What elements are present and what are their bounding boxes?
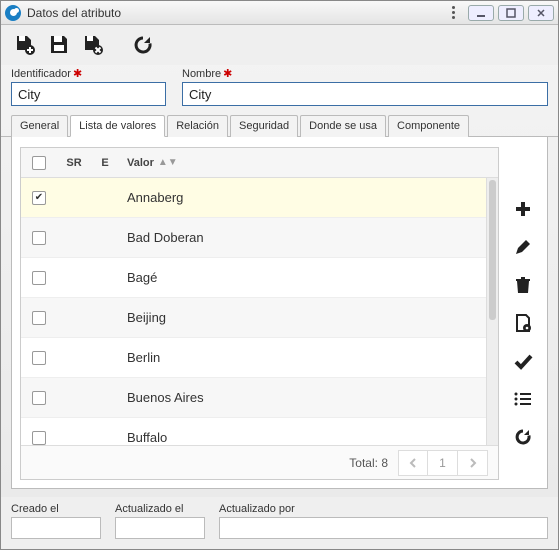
window-buttons — [468, 5, 554, 21]
name-input[interactable] — [182, 82, 548, 106]
grid-toolbar — [507, 147, 539, 480]
row-value: Berlin — [119, 350, 486, 365]
table-row[interactable]: Bad Doberan — [21, 218, 486, 258]
attribute-dialog: Datos del atributo — [0, 0, 559, 550]
select-all-checkbox[interactable] — [32, 156, 46, 170]
edit-row-button[interactable] — [511, 235, 535, 259]
window-title: Datos del atributo — [27, 6, 440, 20]
approve-button[interactable] — [511, 349, 535, 373]
table-row[interactable]: Buenos Aires — [21, 378, 486, 418]
name-field: Nombre✱ — [182, 67, 548, 106]
row-value: Buenos Aires — [119, 390, 486, 405]
value-grid: SR E Valor▲▼ Annaberg Bad Doberan Bagé Beij… — [20, 147, 499, 480]
tab-component[interactable]: Componente — [388, 115, 469, 137]
required-icon: ✱ — [73, 67, 82, 80]
grid-footer: Total: 8 1 — [21, 445, 498, 479]
sort-icon: ▲▼ — [158, 157, 178, 168]
updated-by-field: Actualizado por — [219, 503, 548, 539]
row-checkbox[interactable] — [32, 271, 46, 285]
row-checkbox[interactable] — [32, 231, 46, 245]
scrollbar[interactable] — [486, 178, 498, 445]
row-value: Buffalo — [119, 430, 486, 445]
row-checkbox[interactable] — [32, 431, 46, 445]
row-value: Bagé — [119, 270, 486, 285]
header-form: Identificador✱ Nombre✱ — [1, 65, 558, 114]
updated-input[interactable] — [115, 517, 205, 539]
identifier-input[interactable] — [11, 82, 166, 106]
tab-where-used[interactable]: Donde se usa — [300, 115, 386, 137]
table-row[interactable]: Annaberg — [21, 178, 486, 218]
col-value[interactable]: Valor▲▼ — [119, 157, 498, 169]
list-button[interactable] — [511, 387, 535, 411]
titlebar: Datos del atributo — [1, 1, 558, 25]
updated-by-input[interactable] — [219, 517, 548, 539]
col-sr[interactable]: SR — [57, 157, 91, 169]
maximize-button[interactable] — [498, 5, 524, 21]
row-value: Beijing — [119, 310, 486, 325]
toolbar — [1, 25, 558, 65]
row-value: Bad Doberan — [119, 230, 486, 245]
created-field: Creado el — [11, 503, 101, 539]
tab-value-list[interactable]: Lista de valores — [70, 115, 165, 137]
table-row[interactable]: Beijing — [21, 298, 486, 338]
total-label: Total: 8 — [349, 456, 388, 470]
updated-field: Actualizado el — [115, 503, 205, 539]
reload-button[interactable] — [129, 31, 157, 59]
more-icon[interactable] — [446, 5, 460, 21]
minimize-button[interactable] — [468, 5, 494, 21]
row-checkbox[interactable] — [32, 391, 46, 405]
row-value: Annaberg — [119, 190, 486, 205]
refresh-rows-button[interactable] — [511, 425, 535, 449]
meta-footer: Creado el Actualizado el Actualizado por — [1, 497, 558, 549]
created-input[interactable] — [11, 517, 101, 539]
delete-button[interactable] — [79, 31, 107, 59]
grid-header: SR E Valor▲▼ — [21, 148, 498, 178]
row-checkbox[interactable] — [32, 191, 46, 205]
table-row[interactable]: Bagé — [21, 258, 486, 298]
prev-page-button[interactable] — [398, 450, 428, 476]
row-checkbox[interactable] — [32, 351, 46, 365]
table-row[interactable]: Berlin — [21, 338, 486, 378]
new-button[interactable] — [11, 31, 39, 59]
grid-body: Annaberg Bad Doberan Bagé Beijing Berlin Buen… — [21, 178, 498, 445]
required-icon: ✱ — [223, 67, 232, 80]
tab-content: SR E Valor▲▼ Annaberg Bad Doberan Bagé Beij… — [11, 137, 548, 489]
tab-general[interactable]: General — [11, 115, 68, 137]
next-page-button[interactable] — [458, 450, 488, 476]
pager: 1 — [398, 450, 488, 476]
row-settings-button[interactable] — [511, 311, 535, 335]
tab-security[interactable]: Seguridad — [230, 115, 298, 137]
identifier-label: Identificador✱ — [11, 67, 166, 80]
row-checkbox[interactable] — [32, 311, 46, 325]
close-button[interactable] — [528, 5, 554, 21]
tabs: General Lista de valores Relación Seguri… — [1, 114, 558, 137]
table-row[interactable]: Buffalo — [21, 418, 486, 445]
save-button[interactable] — [45, 31, 73, 59]
app-icon — [5, 5, 21, 21]
col-e[interactable]: E — [91, 157, 119, 169]
delete-row-button[interactable] — [511, 273, 535, 297]
page-number[interactable]: 1 — [428, 450, 458, 476]
tab-relation[interactable]: Relación — [167, 115, 228, 137]
identifier-field: Identificador✱ — [11, 67, 166, 106]
add-row-button[interactable] — [511, 197, 535, 221]
name-label: Nombre✱ — [182, 67, 548, 80]
